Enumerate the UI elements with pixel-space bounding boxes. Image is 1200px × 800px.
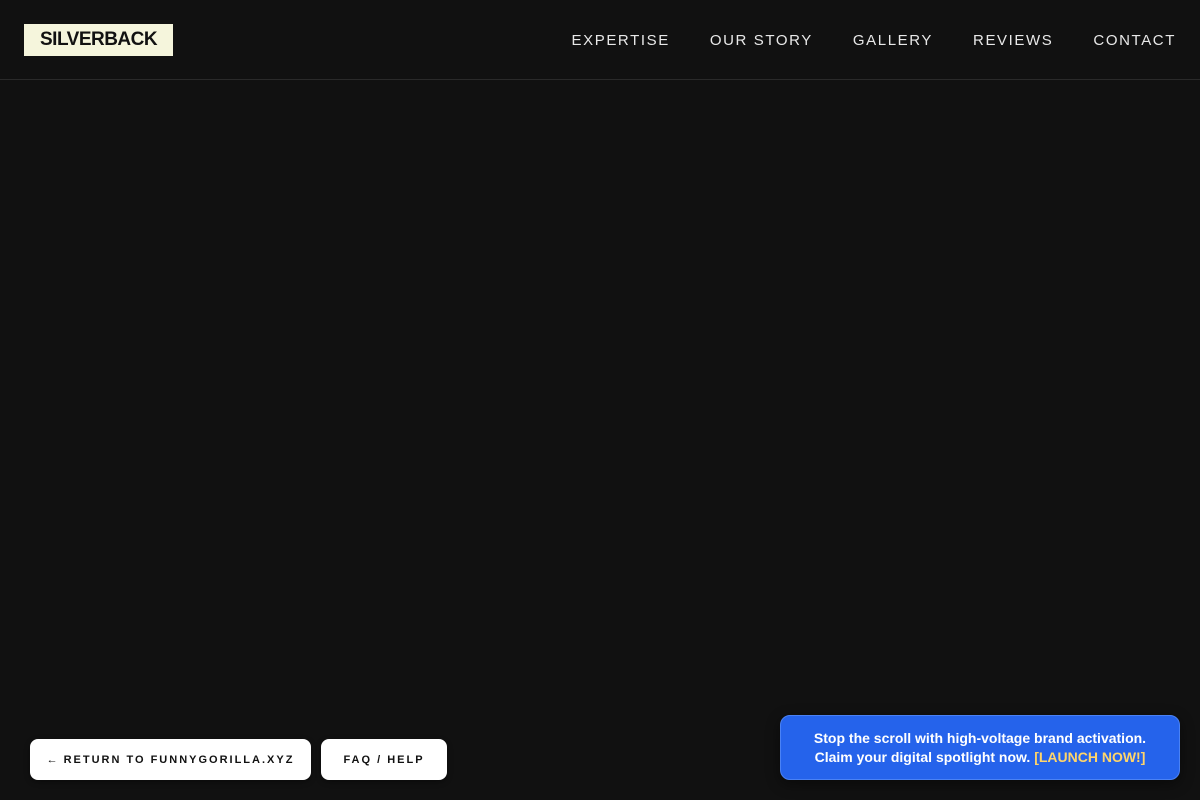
nav-link-expertise[interactable]: EXPERTISE (572, 32, 670, 49)
nav-link-reviews[interactable]: REVIEWS (973, 32, 1053, 49)
promo-banner[interactable]: Stop the scroll with high-voltage brand … (780, 715, 1180, 780)
return-to-site-button[interactable]: ← RETURN TO FUNNYGORILLA.XYZ (30, 739, 311, 780)
nav-link-contact[interactable]: CONTACT (1093, 32, 1176, 49)
promo-cta-link[interactable]: [LAUNCH NOW!] (1034, 749, 1145, 765)
page: SILVERBACK EXPERTISE OUR STORY GALLERY R… (0, 0, 1200, 800)
site-logo[interactable]: SILVERBACK (24, 24, 174, 56)
arrow-left-icon: ← (46, 753, 58, 766)
nav-link-gallery[interactable]: GALLERY (853, 32, 933, 49)
promo-line-1: Stop the scroll with high-voltage brand … (813, 729, 1147, 746)
faq-help-label: FAQ / HELP (343, 753, 425, 766)
main-content-area (0, 80, 1200, 800)
site-header: SILVERBACK EXPERTISE OUR STORY GALLERY R… (0, 0, 1200, 80)
main-nav: EXPERTISE OUR STORY GALLERY REVIEWS CONT… (572, 0, 1176, 80)
nav-link-our-story[interactable]: OUR STORY (710, 32, 813, 49)
faq-help-button[interactable]: FAQ / HELP (321, 739, 447, 780)
return-to-site-label: RETURN TO FUNNYGORILLA.XYZ (63, 753, 295, 766)
promo-line-2: Claim your digital spotlight now. (814, 748, 1031, 765)
promo-line-2-wrap: Claim your digital spotlight now. [LAUNC… (781, 748, 1179, 767)
